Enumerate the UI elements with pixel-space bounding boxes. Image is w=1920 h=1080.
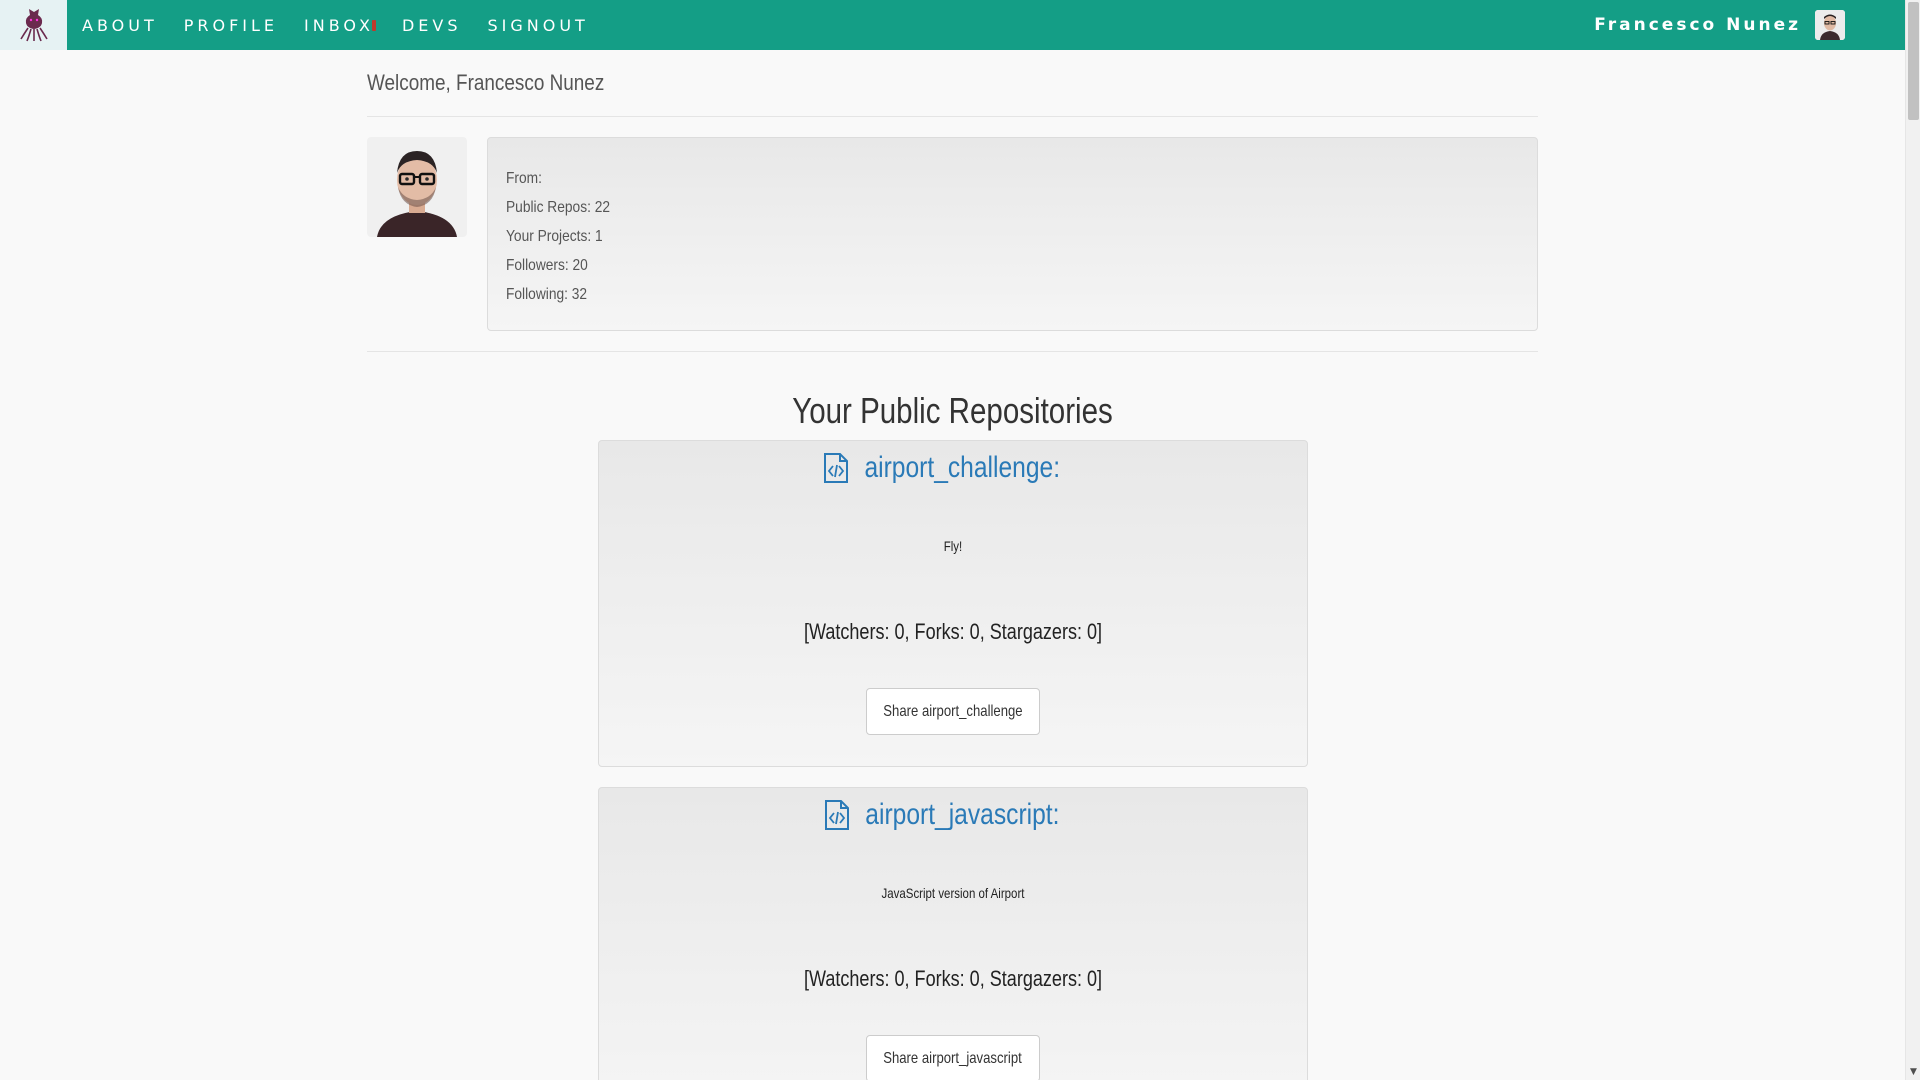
share-repo-label: Share airport_javascript	[883, 1049, 1022, 1067]
repo-name-link[interactable]: airport_javascript:	[599, 798, 1307, 832]
repo-name-link[interactable]: airport_challenge:	[599, 451, 1307, 485]
nav-inbox-label: INBOX	[304, 15, 374, 35]
nav-user-menu[interactable]: Francesco Nunez	[1594, 0, 1845, 50]
stat-following: Following: 32	[506, 286, 588, 303]
share-repo-button[interactable]: Share airport_challenge	[865, 688, 1040, 735]
top-navbar: ABOUT PROFILE INBOX DEVS SIGNOUT Frances…	[0, 0, 1905, 50]
repo-card: airport_challenge: Fly! [Watchers: 0, Fo…	[597, 440, 1308, 767]
octocat-logo-icon	[19, 9, 48, 42]
repo-description: Fly!	[943, 538, 962, 554]
stat-followers: Followers: 20	[506, 257, 588, 274]
scroll-down-arrow-icon[interactable]: ▼	[1908, 1067, 1919, 1078]
repo-name-text: airport_challenge:	[864, 451, 1061, 484]
nav-about-link[interactable]: ABOUT	[82, 16, 158, 35]
inbox-unread-indicator	[371, 19, 376, 31]
profile-avatar	[367, 137, 467, 237]
code-file-icon	[824, 453, 849, 483]
nav-profile-link[interactable]: PROFILE	[184, 16, 278, 35]
profile-stats-panel: From: Public Repos: 22 Your Projects: 1 …	[487, 137, 1538, 331]
nav-inbox-link[interactable]: INBOX	[304, 16, 376, 35]
nav-avatar	[1815, 10, 1845, 40]
repo-counts: [Watchers: 0, Forks: 0, Stargazers: 0]	[803, 619, 1102, 644]
nav-signout-link[interactable]: SIGNOUT	[487, 16, 588, 35]
repo-name-text: airport_javascript:	[865, 798, 1060, 831]
code-file-icon	[825, 800, 850, 830]
share-repo-label: Share airport_challenge	[882, 702, 1023, 720]
main-content: Welcome, Francesco Nunez From: Public Re…	[367, 50, 1538, 1080]
nav-user-name: Francesco Nunez	[1594, 15, 1801, 35]
share-repo-button[interactable]: Share airport_javascript	[865, 1035, 1040, 1080]
nav-devs-link[interactable]: DEVS	[402, 16, 462, 35]
home-logo-link[interactable]	[0, 0, 67, 50]
repo-counts: [Watchers: 0, Forks: 0, Stargazers: 0]	[803, 966, 1102, 991]
stat-public-repos: Public Repos: 22	[506, 199, 611, 216]
profile-section: From: Public Repos: 22 Your Projects: 1 …	[367, 137, 1538, 331]
repo-card: airport_javascript: JavaScript version o…	[597, 787, 1308, 1080]
page-scrollbar[interactable]: ▼	[1905, 0, 1920, 1080]
stat-from: From:	[506, 170, 542, 187]
scrollbar-thumb[interactable]	[1908, 2, 1919, 120]
repo-description: JavaScript version of Airport	[881, 885, 1024, 901]
stat-your-projects: Your Projects: 1	[506, 228, 603, 245]
divider	[367, 116, 1538, 117]
divider	[367, 351, 1538, 352]
welcome-heading: Welcome, Francesco Nunez	[367, 70, 605, 95]
repos-section-title: Your Public Repositories	[792, 390, 1113, 431]
